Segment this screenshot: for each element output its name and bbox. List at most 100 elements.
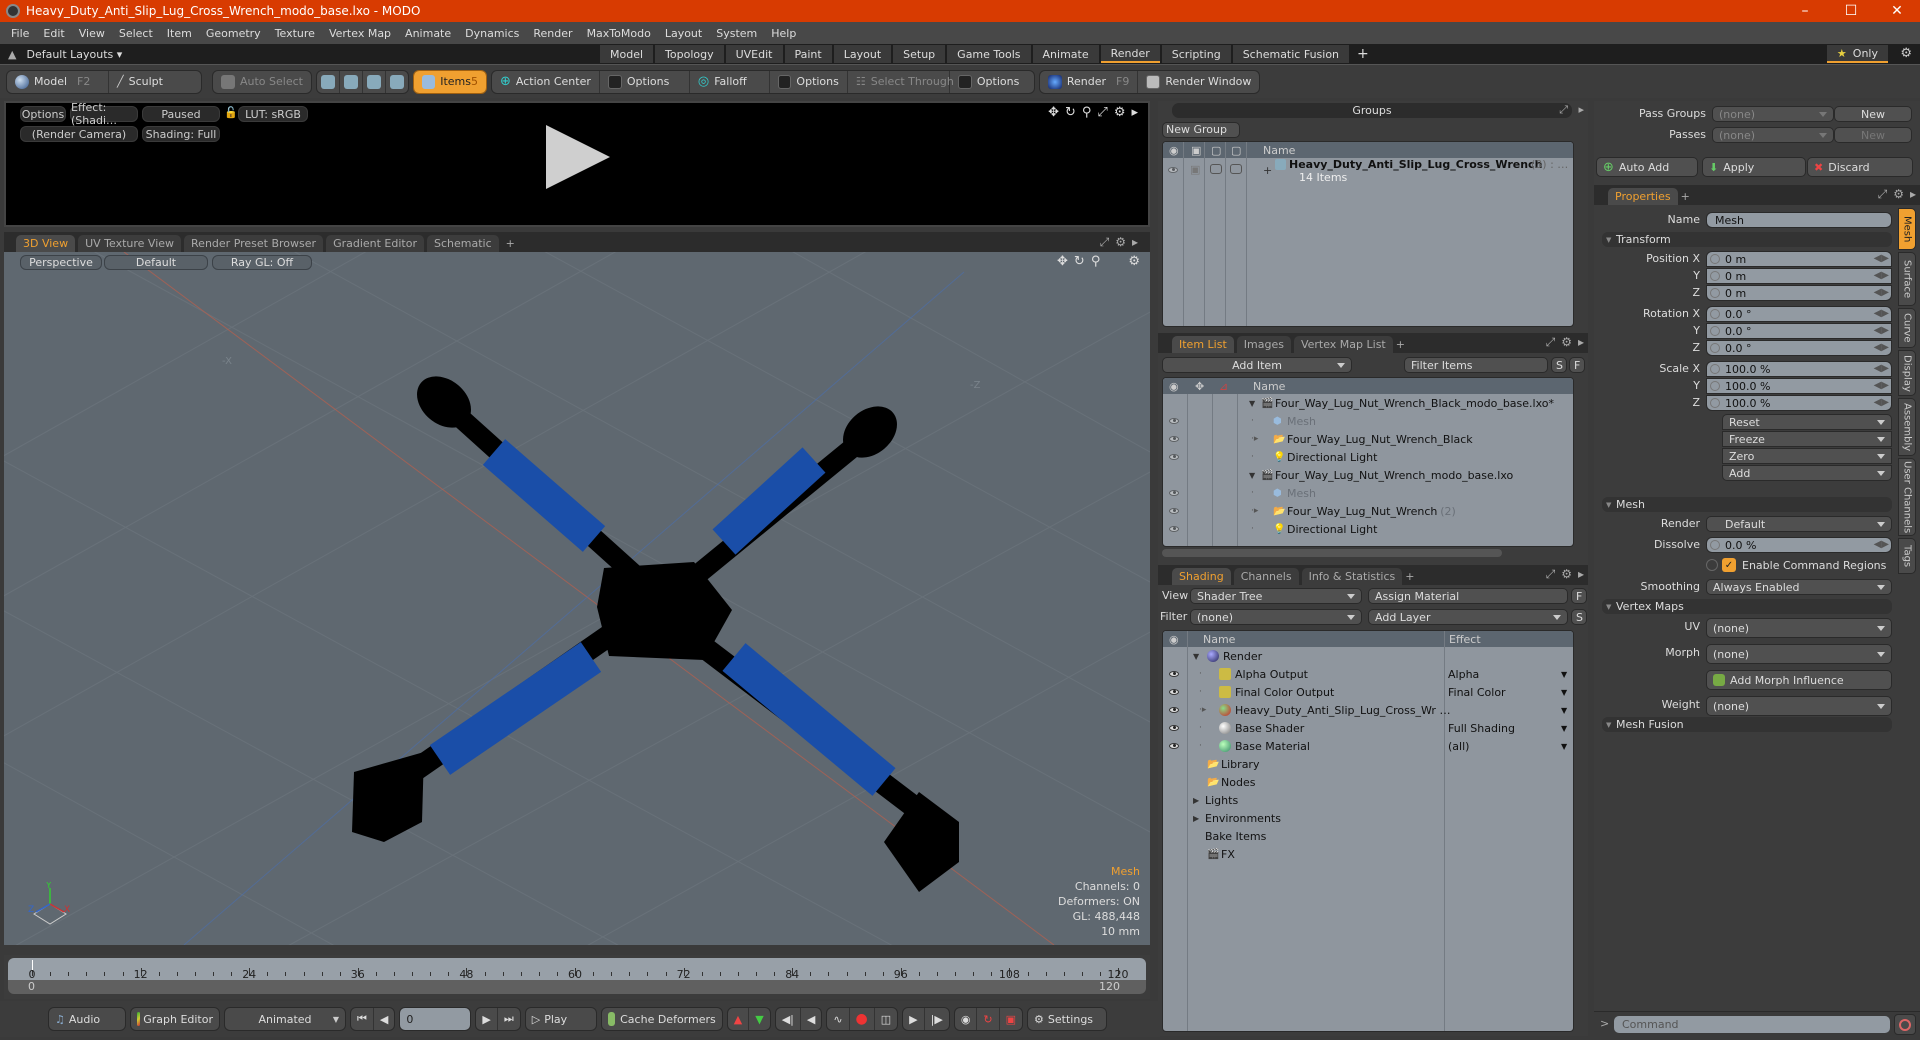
default-layouts-dropdown[interactable]: ▲ Default Layouts ▾	[0, 48, 600, 61]
shader-tree-row[interactable]: · Base Shader Full Shading ▼	[1163, 719, 1573, 737]
transform-zero-dropdown[interactable]: Zero	[1722, 448, 1892, 464]
discard-button[interactable]: ✖ Discard	[1807, 157, 1913, 177]
smoothing-dropdown[interactable]: Always Enabled	[1706, 579, 1892, 595]
maximize-button[interactable]: ☐	[1828, 0, 1874, 22]
filter-dropdown[interactable]: (none)	[1190, 609, 1362, 625]
layout-tab-model[interactable]: Model	[600, 45, 654, 63]
render-options-button[interactable]: Options	[20, 106, 66, 122]
position-z-field[interactable]: 0 m ◀▶	[1706, 285, 1892, 301]
render-effect-dropdown[interactable]: Effect: (Shadi…	[70, 101, 138, 127]
mesh-fusion-section[interactable]: Mesh Fusion	[1602, 717, 1892, 732]
eye-icon[interactable]	[1169, 526, 1179, 532]
rotation-x-field[interactable]: 0.0 ° ◀▶	[1706, 306, 1892, 322]
item-list-row[interactable]: ▼ 🎬 Four_Way_Lug_Nut_Wrench_Black_modo_bas…	[1163, 394, 1573, 412]
rotation-z-field[interactable]: 0.0 ° ◀▶	[1706, 340, 1892, 356]
next-key-button[interactable]: ▶	[476, 1008, 498, 1030]
render-button[interactable]: Render F9	[1040, 70, 1139, 93]
item-list-row[interactable]: ·▸ 📂 Four_Way_Lug_Nut_Wrench_Black	[1163, 430, 1573, 448]
animate-toggle-icon[interactable]	[1710, 254, 1720, 264]
uv-dropdown[interactable]: (none)	[1706, 618, 1892, 638]
menu-system[interactable]: System	[709, 27, 764, 40]
render-window-button[interactable]: Render Window	[1138, 71, 1259, 93]
tab-render-preset-browser[interactable]: Render Preset Browser	[184, 235, 324, 252]
drag-stepper-icon[interactable]: ◀▶	[1874, 270, 1889, 281]
eye-icon[interactable]	[1169, 689, 1179, 695]
expand-arrow-icon[interactable]: ▶	[1193, 814, 1199, 823]
weight-dropdown[interactable]: (none)	[1706, 696, 1892, 716]
effect-value[interactable]: Alpha	[1448, 668, 1479, 681]
shader-tree-row[interactable]: ▶ Lights	[1163, 791, 1573, 809]
select-edges-button[interactable]	[340, 70, 363, 93]
menu-texture[interactable]: Texture	[268, 27, 322, 40]
layout-tab-setup[interactable]: Setup	[893, 45, 946, 63]
tab-item-list[interactable]: Item List	[1172, 336, 1234, 353]
visibility-column-icon[interactable]: ◉	[1169, 380, 1179, 393]
tab-gradient-editor[interactable]: Gradient Editor	[326, 235, 424, 252]
transform-reset-dropdown[interactable]: Reset	[1722, 414, 1892, 430]
effect-dropdown-arrow-icon[interactable]: ▼	[1561, 742, 1567, 751]
model-mode-button[interactable]: Model F2	[7, 70, 109, 93]
timeline-ruler[interactable]: 0 12 24 36 48 60 72 84 96 108 120	[8, 958, 1146, 981]
shader-tree-row[interactable]: 📂 Library	[1163, 755, 1573, 773]
gear-icon[interactable]: ⚙	[1561, 567, 1572, 582]
command-input[interactable]: Command	[1614, 1016, 1890, 1033]
close-button[interactable]: ✕	[1874, 0, 1920, 22]
filter-s-button[interactable]: S	[1551, 357, 1567, 373]
animate-toggle-icon[interactable]	[1710, 309, 1720, 319]
animate-toggle-icon[interactable]	[1710, 364, 1720, 374]
collapse-arrow-icon[interactable]: ▼	[1249, 399, 1255, 408]
filter-f-button[interactable]: F	[1569, 357, 1585, 373]
group-row[interactable]: ▣ + Heavy_Duty_Anti_Slip_Lug_Cross_Wrenc…	[1163, 158, 1573, 186]
tab-shading[interactable]: Shading	[1172, 568, 1231, 585]
menu-maxtomodo[interactable]: MaxToModo	[580, 27, 658, 40]
new-group-button[interactable]: New Group	[1162, 122, 1240, 138]
morph-dropdown[interactable]: (none)	[1706, 644, 1892, 664]
scale-x-field[interactable]: 100.0 % ◀▶	[1706, 361, 1892, 377]
maximize-icon[interactable]: ⤢	[1878, 187, 1888, 202]
expand-arrow-icon[interactable]: ▸	[1578, 335, 1584, 350]
animate-toggle-icon[interactable]	[1710, 288, 1720, 298]
collapse-arrow-icon[interactable]: ▼	[1249, 471, 1255, 480]
layout-settings-gear-icon[interactable]: ⚙	[1900, 46, 1912, 61]
dissolve-field[interactable]: 0.0 % ◀▶	[1706, 537, 1892, 553]
scale-y-field[interactable]: 100.0 % ◀▶	[1706, 378, 1892, 394]
shading-dropdown[interactable]: Shading: Full	[142, 126, 220, 142]
select-column-icon[interactable]: ▢	[1231, 144, 1241, 157]
falloff-button[interactable]: ◎ Falloff	[690, 70, 770, 93]
transform-section[interactable]: Transform	[1602, 232, 1892, 247]
auto-key-button[interactable]: ∿	[827, 1008, 850, 1030]
side-tab-assembly[interactable]: Assembly	[1898, 398, 1916, 456]
expand-arrow-icon[interactable]: ·▸	[1199, 705, 1206, 715]
render-column-icon[interactable]: ▣	[1191, 144, 1201, 157]
tab-channels[interactable]: Channels	[1233, 568, 1299, 585]
go-to-start-button[interactable]: ⏮	[351, 1008, 374, 1030]
select-vertices-button[interactable]	[317, 70, 340, 93]
mesh-section[interactable]: Mesh	[1602, 497, 1892, 512]
collapse-arrow-icon[interactable]: ▼	[1193, 652, 1199, 661]
record-macro-button[interactable]	[1894, 1014, 1916, 1035]
3d-viewport[interactable]: Perspective Default Ray GL: Off ✥ ↻ ⚲ ⚙ …	[4, 252, 1150, 945]
item-list-row[interactable]: · ⬢ Mesh	[1163, 412, 1573, 430]
lock-column-icon[interactable]: ▢	[1211, 144, 1221, 157]
side-tab-surface[interactable]: Surface	[1898, 252, 1916, 306]
expand-arrow-icon[interactable]: ▶	[1193, 796, 1199, 805]
go-to-end-button[interactable]: ⏭	[498, 1008, 520, 1030]
rotation-y-field[interactable]: 0.0 ° ◀▶	[1706, 323, 1892, 339]
render-paused-button[interactable]: Paused	[142, 106, 220, 122]
only-filter-button[interactable]: ★ Only	[1826, 45, 1888, 63]
menu-geometry[interactable]: Geometry	[199, 27, 268, 40]
sculpt-mode-button[interactable]: ╱ Sculpt	[109, 71, 171, 93]
raygl-toggle[interactable]: Ray GL: Off	[212, 255, 312, 270]
expand-arrow-icon[interactable]: ▸	[1910, 187, 1916, 202]
new-pass-button[interactable]: New	[1834, 127, 1912, 143]
vertex-maps-section[interactable]: Vertex Maps	[1602, 599, 1892, 614]
render-dropdown[interactable]: Default	[1706, 516, 1892, 532]
eye-icon[interactable]	[1169, 454, 1179, 460]
menu-file[interactable]: File	[4, 27, 36, 40]
add-tab-button[interactable]: +	[1396, 338, 1405, 351]
eye-icon[interactable]	[1169, 418, 1179, 424]
items-mode-button[interactable]: Items 5	[413, 70, 486, 93]
pan-icon[interactable]: ✥	[1048, 105, 1059, 120]
tab-schematic[interactable]: Schematic	[427, 235, 499, 252]
shading-s-button[interactable]: S	[1571, 609, 1587, 625]
